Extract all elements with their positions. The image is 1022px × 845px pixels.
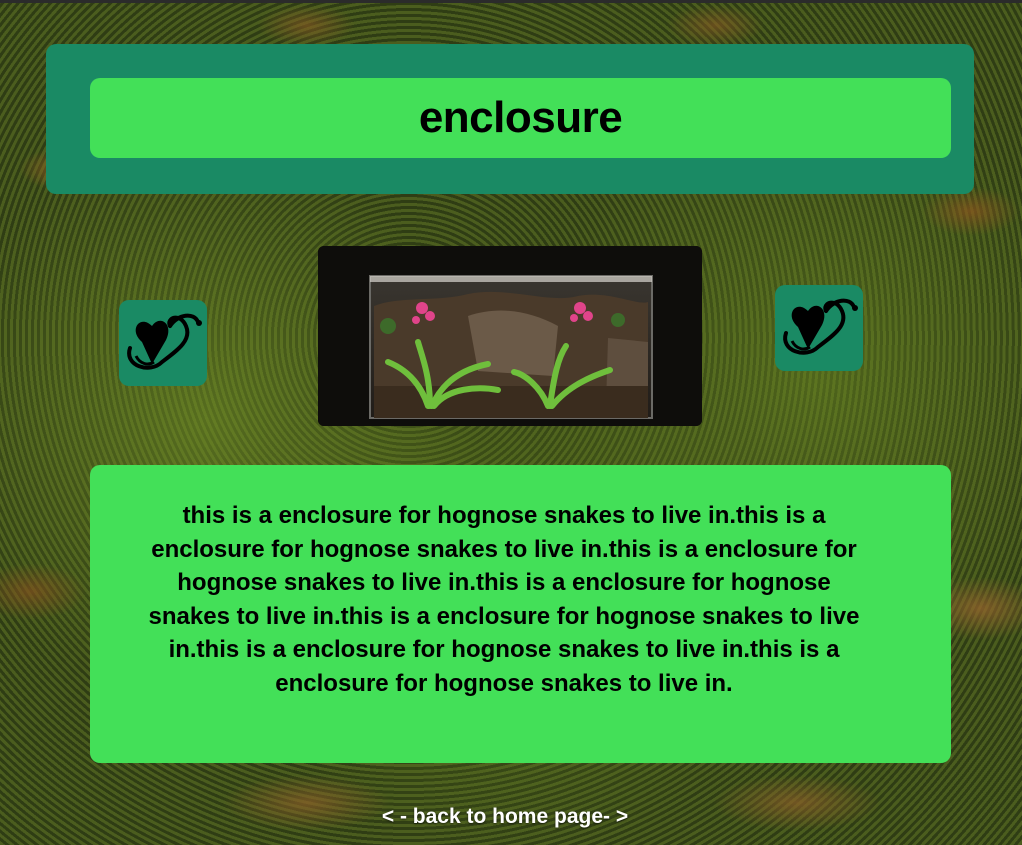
back-to-home-link[interactable]: < - back to home page- > [0, 805, 1010, 829]
description-text: this is a enclosure for hognose snakes t… [148, 502, 860, 697]
title-bar: enclosure [90, 78, 951, 158]
snake-heart-icon [775, 285, 863, 371]
snake-heart-icon [119, 300, 207, 386]
header-panel: enclosure [46, 44, 974, 194]
description-panel: this is a enclosure for hognose snakes t… [90, 465, 951, 763]
page-title: enclosure [418, 93, 623, 142]
terrarium-photo [318, 246, 702, 426]
top-edge [0, 0, 1022, 3]
